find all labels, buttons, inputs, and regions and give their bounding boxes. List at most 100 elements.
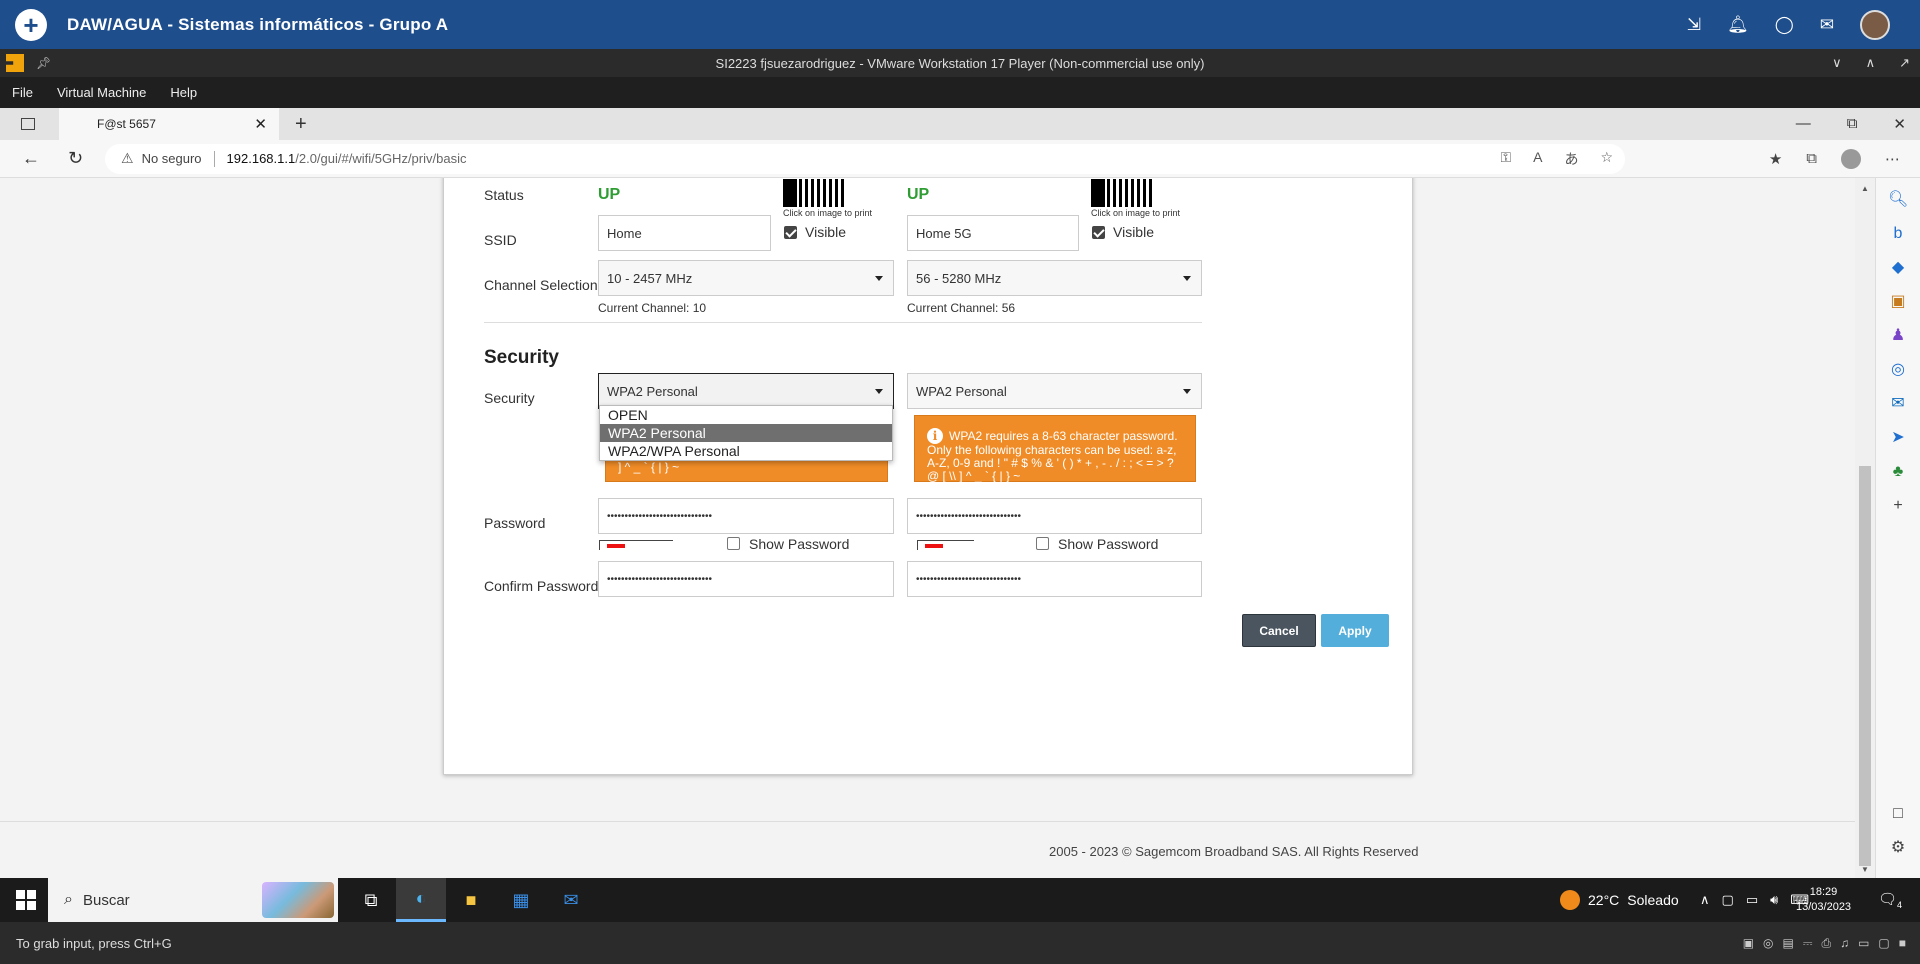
shopping-icon[interactable]: ◆: [1888, 258, 1908, 278]
new-tab-icon[interactable]: +: [295, 113, 307, 136]
band1-confirm-password-input[interactable]: ••••••••••••••••••••••••••••••: [598, 561, 894, 597]
windows-start-icon[interactable]: [16, 890, 36, 910]
band1-ssid-input[interactable]: Home: [598, 215, 771, 251]
menu-help[interactable]: Help: [170, 85, 197, 100]
translate-icon[interactable]: あ: [1564, 149, 1578, 169]
chat-icon[interactable]: ◯: [1775, 15, 1794, 35]
mail-icon[interactable]: ✉: [1820, 15, 1834, 35]
address-bar[interactable]: ⚠ No seguro 192.168.1.1/2.0/gui/#/wifi/5…: [105, 143, 1625, 174]
taskbar-search[interactable]: ⌕ Buscar: [48, 878, 338, 922]
browser-tab[interactable]: F@st 5657 ✕: [59, 108, 279, 140]
qr-code-icon[interactable]: [783, 179, 845, 207]
band1-channel-select[interactable]: 10 - 2457 MHz: [598, 260, 894, 296]
office-icon[interactable]: ◎: [1888, 360, 1908, 380]
cd-icon[interactable]: ◎: [1763, 936, 1773, 951]
security-heading: Security: [484, 347, 559, 368]
vmware-window-title: SI2223 fjsuezarodriguez - VMware Worksta…: [715, 55, 1205, 71]
band2-password-input[interactable]: ••••••••••••••••••••••••••••••: [907, 498, 1202, 534]
printer-icon[interactable]: ⎙: [1821, 936, 1831, 951]
pin-icon[interactable]: ⇲: [1687, 15, 1701, 35]
store-icon[interactable]: ▦: [496, 878, 546, 922]
mail-app-icon[interactable]: ✉: [546, 878, 596, 922]
scroll-down-icon[interactable]: ▼: [1861, 865, 1869, 874]
restore-icon[interactable]: ⧉: [1847, 115, 1858, 133]
reload-icon[interactable]: ↻: [68, 148, 83, 169]
favorites-icon[interactable]: ★: [1769, 150, 1782, 168]
sound-icon[interactable]: ♫: [1840, 936, 1849, 951]
band2-qr-code[interactable]: Click on image to print: [1091, 179, 1191, 218]
more-icon[interactable]: ⋯: [1885, 150, 1900, 168]
usb-icon[interactable]: ⎓: [1803, 936, 1813, 951]
dropdown-option-wpa2-personal[interactable]: WPA2 Personal: [600, 424, 892, 442]
band1-security-select[interactable]: WPA2 Personal: [598, 373, 894, 409]
band2-channel-select[interactable]: 56 - 5280 MHz: [907, 260, 1202, 296]
message-icon[interactable]: ▢: [1878, 936, 1889, 951]
system-tray: ∧ ▢ ▭ 🔊︎ ⌨: [1700, 892, 1809, 908]
chevron-up-icon[interactable]: ∧: [1700, 892, 1710, 908]
chevron-down-icon[interactable]: ∨: [1832, 55, 1842, 71]
camera-icon[interactable]: ▢: [1722, 892, 1734, 908]
new-button[interactable]: +: [15, 8, 47, 41]
warning-icon: ⚠: [121, 150, 134, 166]
minimize-icon[interactable]: ∧: [1866, 55, 1876, 71]
band1-show-password-checkbox[interactable]: [727, 537, 740, 550]
hdd-icon[interactable]: ▣: [1743, 936, 1754, 951]
network-adapter-icon[interactable]: ▤: [1783, 936, 1794, 951]
close-tab-icon[interactable]: ✕: [254, 115, 267, 133]
band2-ssid-input[interactable]: Home 5G: [907, 215, 1079, 251]
search-icon[interactable]: 🔍︎: [1888, 190, 1908, 210]
scroll-up-icon[interactable]: ▲: [1861, 184, 1869, 193]
edge-icon[interactable]: ◐: [396, 878, 446, 922]
clock-time: 18:29: [1809, 886, 1838, 898]
not-secure-label[interactable]: No seguro: [142, 151, 202, 166]
bell-icon[interactable]: 🔔︎: [1727, 15, 1749, 35]
file-explorer-icon[interactable]: ■: [446, 878, 496, 922]
band1-visible-checkbox[interactable]: [784, 226, 797, 239]
outlook-icon[interactable]: ✉: [1888, 394, 1908, 414]
scrollbar-thumb[interactable]: [1859, 466, 1871, 866]
favorite-icon[interactable]: ☆: [1600, 149, 1613, 169]
minimize-icon[interactable]: —: [1796, 115, 1811, 133]
notification-icon[interactable]: 🗨︎4: [1878, 890, 1902, 910]
key-icon[interactable]: ⚿: [1500, 149, 1511, 169]
dropdown-option-open[interactable]: OPEN: [600, 406, 892, 424]
band2-confirm-password-input[interactable]: ••••••••••••••••••••••••••••••: [907, 561, 1202, 597]
collections-icon[interactable]: ⧉: [1806, 150, 1817, 167]
band2-show-password-checkbox[interactable]: [1036, 537, 1049, 550]
band1-password-input[interactable]: ••••••••••••••••••••••••••••••: [598, 498, 894, 534]
chevron-down-icon: [875, 276, 883, 281]
maximize-icon[interactable]: ↗: [1899, 55, 1910, 71]
band2-security-select[interactable]: WPA2 Personal: [907, 373, 1202, 409]
menu-file[interactable]: File: [12, 85, 33, 100]
cancel-button[interactable]: Cancel: [1242, 614, 1316, 647]
close-icon[interactable]: ✕: [1893, 115, 1906, 133]
network-icon[interactable]: ▭: [1746, 892, 1758, 908]
avatar[interactable]: [1860, 9, 1890, 40]
bing-icon[interactable]: b: [1888, 224, 1908, 244]
band1-qr-code[interactable]: Click on image to print: [783, 179, 883, 218]
menu-virtual-machine[interactable]: Virtual Machine: [57, 85, 146, 100]
tab-actions-icon[interactable]: [21, 118, 35, 130]
volume-icon[interactable]: 🔊︎: [1770, 892, 1778, 908]
display-icon[interactable]: ▭: [1858, 936, 1869, 951]
tree-icon[interactable]: ♣: [1888, 462, 1908, 482]
profile-icon[interactable]: [1841, 148, 1861, 169]
qr-caption: Click on image to print: [783, 208, 873, 218]
read-aloud-icon[interactable]: A: [1533, 149, 1542, 169]
back-icon[interactable]: ←: [22, 148, 40, 169]
page-scrollbar[interactable]: ▲ ▼: [1855, 178, 1875, 878]
gear-icon[interactable]: ⚙: [1888, 838, 1908, 858]
weather-widget[interactable]: 22°C Soleado: [1560, 890, 1679, 910]
qr-code-icon[interactable]: [1091, 179, 1153, 207]
add-icon[interactable]: +: [1888, 496, 1908, 516]
dropdown-option-wpa2-wpa-personal[interactable]: WPA2/WPA Personal: [600, 442, 892, 460]
task-view-icon[interactable]: ⧉: [346, 878, 396, 922]
games-icon[interactable]: ♟: [1888, 326, 1908, 346]
tools-icon[interactable]: ▣: [1888, 292, 1908, 312]
apply-button[interactable]: Apply: [1321, 614, 1389, 647]
taskbar-clock[interactable]: 18:29 13/03/2023: [1796, 885, 1851, 915]
send-icon[interactable]: ➤: [1888, 428, 1908, 448]
vm-settings-icon[interactable]: ■: [1899, 936, 1906, 951]
sidebar-layout-icon[interactable]: □: [1888, 804, 1908, 824]
band2-visible-checkbox[interactable]: [1092, 226, 1105, 239]
